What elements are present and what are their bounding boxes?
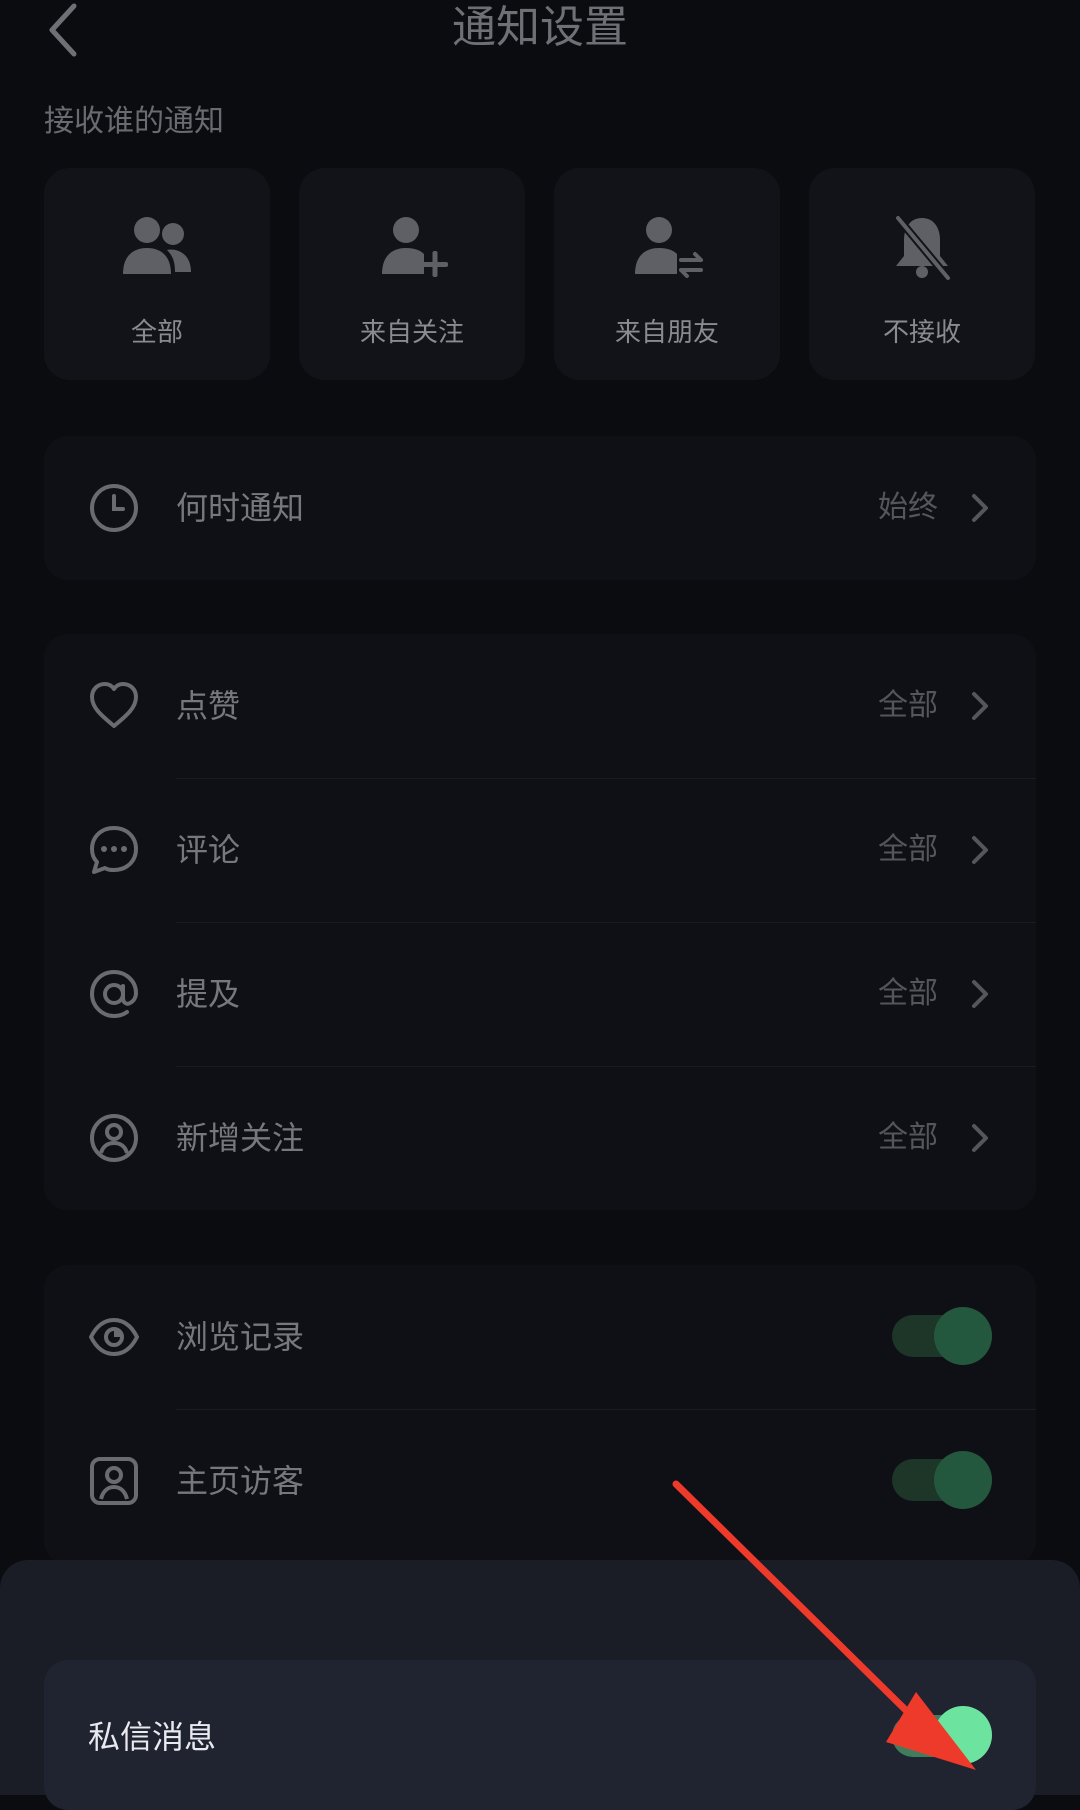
mention-row[interactable]: 提及 全部 [44, 922, 1036, 1066]
private-message-label: 私信消息 [88, 1718, 217, 1756]
chevron-right-icon [972, 692, 988, 720]
option-label: 不接收 [882, 318, 961, 348]
user-add-icon [382, 217, 448, 277]
option-all[interactable]: 全部 [44, 168, 270, 380]
heart-icon [90, 682, 138, 728]
option-label: 全部 [130, 318, 183, 348]
user-exchange-icon [635, 217, 703, 278]
annotation-arrow [672, 1480, 976, 1770]
option-following[interactable]: 来自关注 [299, 168, 525, 380]
row-label: 主页访客 [176, 1462, 305, 1500]
toggle-knob [934, 1307, 992, 1365]
comment-icon [90, 826, 138, 874]
visitor-icon [90, 1457, 138, 1505]
page-title: 通知设置 [452, 2, 628, 53]
option-none[interactable]: 不接收 [809, 168, 1035, 380]
clock-icon [90, 484, 138, 532]
row-label: 何时通知 [176, 489, 305, 527]
row-label: 评论 [176, 831, 241, 869]
types-group: 点赞 全部 评论 全部 提及 全部 新增关注 全部 [44, 634, 1036, 1210]
chevron-right-icon [972, 980, 988, 1008]
at-icon [89, 969, 139, 1019]
like-row[interactable]: 点赞 全部 [44, 634, 1036, 778]
browse-history-row: 浏览记录 [44, 1265, 1036, 1409]
when-group: 何时通知 始终 [44, 436, 1036, 580]
row-value: 全部 [878, 976, 938, 1011]
user-circle-icon [90, 1114, 138, 1162]
browse-history-toggle[interactable] [892, 1307, 992, 1367]
row-label: 新增关注 [176, 1119, 305, 1157]
bell-off-icon [894, 215, 952, 281]
row-value: 全部 [878, 832, 938, 867]
eye-icon [89, 1318, 139, 1356]
row-label: 提及 [176, 975, 241, 1013]
chevron-right-icon [972, 1124, 988, 1152]
chevron-right-icon [972, 836, 988, 864]
row-value: 全部 [878, 688, 938, 723]
row-value: 始终 [878, 490, 938, 525]
option-label: 来自朋友 [614, 318, 719, 348]
new-follower-row[interactable]: 新增关注 全部 [44, 1066, 1036, 1210]
when-row[interactable]: 何时通知 始终 [44, 436, 1036, 580]
section-label-who: 接收谁的通知 [44, 104, 224, 139]
group-icon [123, 217, 191, 274]
option-label: 来自关注 [359, 318, 464, 348]
row-value: 全部 [878, 1120, 938, 1155]
row-label: 浏览记录 [176, 1318, 305, 1356]
comment-row[interactable]: 评论 全部 [44, 778, 1036, 922]
row-label: 点赞 [176, 687, 241, 725]
option-friends[interactable]: 来自朋友 [554, 168, 780, 380]
chevron-right-icon [972, 494, 988, 522]
